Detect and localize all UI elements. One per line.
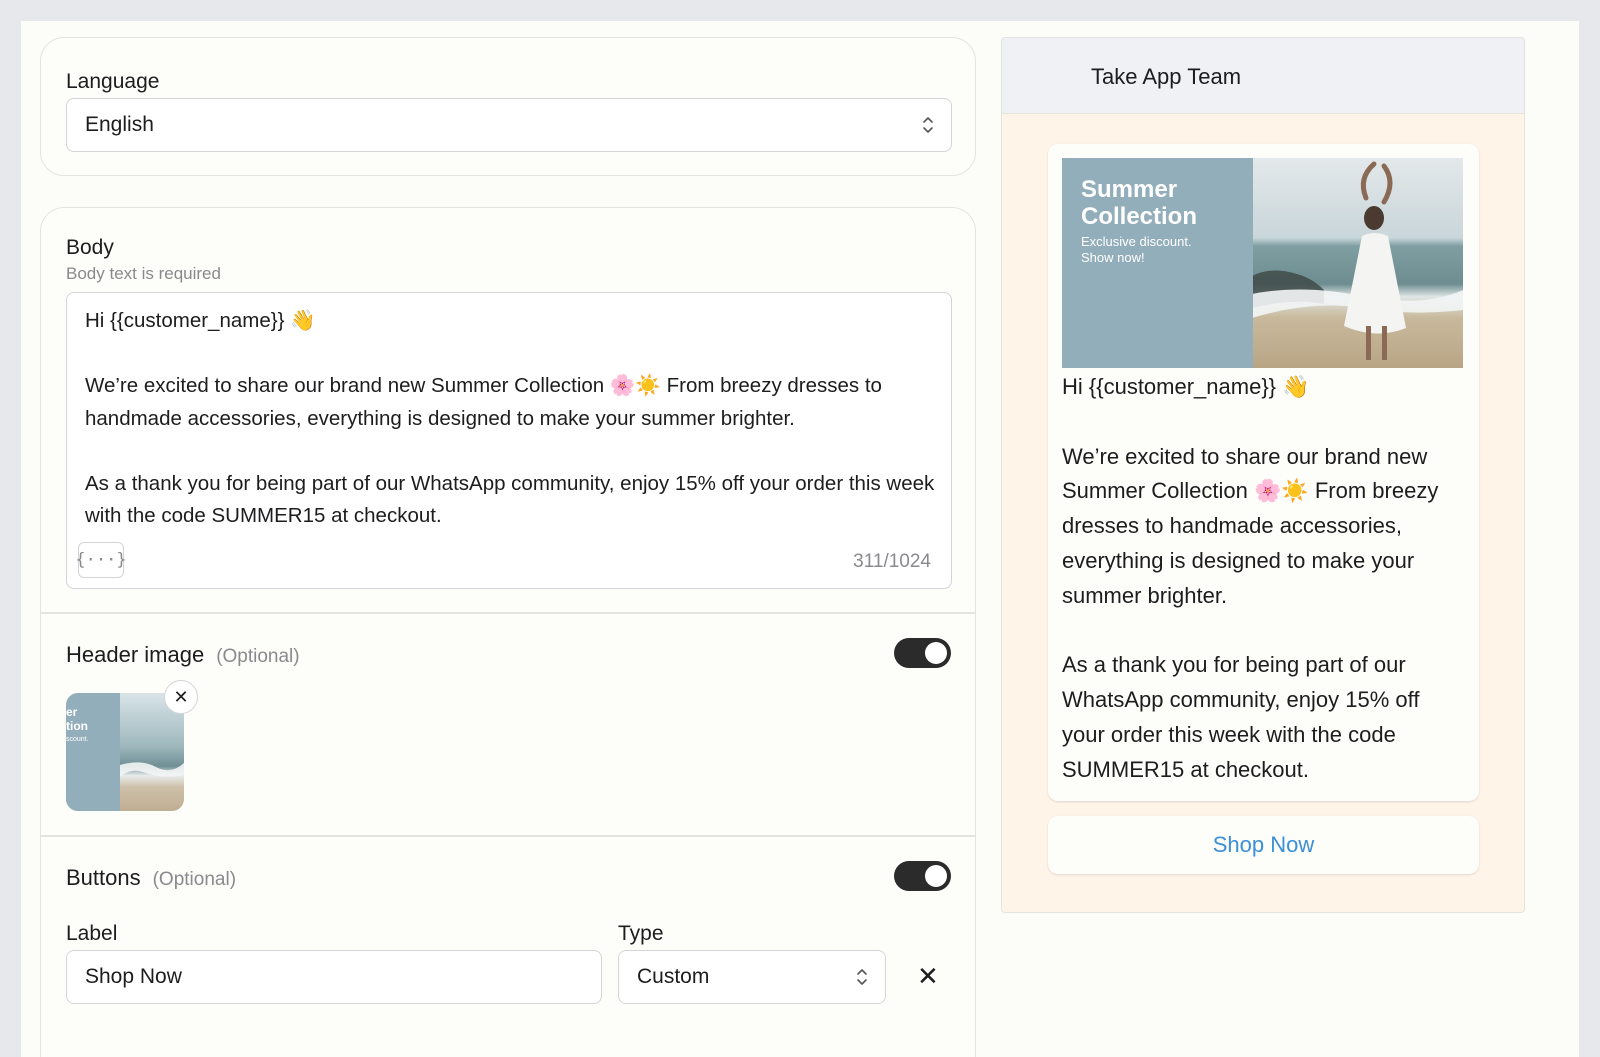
close-icon: ✕ (173, 686, 189, 707)
language-value: English (85, 113, 154, 136)
button-label-field-label: Label (66, 922, 118, 945)
thumbnail-text: er tion scount. (66, 705, 89, 747)
thumbnail-text-line: tion (66, 719, 88, 733)
header-image-label: Header image (66, 642, 205, 667)
thumbnail-text-line: er (66, 705, 78, 719)
preview-header: Take App Team (1002, 38, 1524, 114)
chevron-up-down-icon (857, 969, 867, 985)
toggle-knob (925, 865, 947, 887)
banner-title: Summer Collection (1081, 176, 1198, 230)
header-image-title: Header image (Optional) (66, 642, 300, 668)
buttons-title: Buttons (Optional) (66, 865, 236, 891)
button-label-input[interactable]: Shop Now (66, 950, 602, 1004)
preview-title: Take App Team (1091, 64, 1242, 89)
body-hint: Body text is required (66, 264, 221, 283)
button-label-value: Shop Now (85, 965, 182, 988)
remove-button-icon[interactable]: ✕ (917, 961, 939, 992)
message-text: Hi {{customer_name}} 👋 We’re excited to … (1062, 374, 1439, 782)
banner-image: Summer Collection Exclusive discount. Sh… (1062, 158, 1463, 368)
toggle-knob (925, 642, 947, 664)
divider (41, 612, 975, 614)
language-label: Language (66, 70, 160, 93)
button-type-select[interactable]: Custom (618, 950, 886, 1004)
thumbnail-text-line: scount. (66, 736, 89, 743)
shop-now-cta-button[interactable]: Shop Now (1048, 816, 1479, 874)
banner-overlay-text: Summer Collection Exclusive discount. Sh… (1081, 176, 1241, 266)
header-image-optional: (Optional) (216, 646, 300, 667)
insert-variable-button[interactable]: {···} (75, 542, 127, 578)
header-image-thumbnail[interactable]: er tion scount. (66, 693, 184, 811)
message-preview: Take App Team Summer Collection Exclusiv… (1001, 37, 1525, 913)
language-select[interactable]: English (66, 98, 952, 152)
template-editor-card: Body Body text is required Hi {{customer… (40, 207, 976, 1057)
character-counter: 311/1024 (853, 551, 931, 572)
button-type-value: Custom (637, 965, 710, 988)
divider (41, 835, 975, 837)
chevron-up-down-icon (923, 117, 933, 133)
message-bubble: Summer Collection Exclusive discount. Sh… (1048, 144, 1479, 801)
button-type-field-label: Type (618, 922, 664, 945)
body-label: Body (66, 236, 114, 259)
buttons-optional: (Optional) (152, 869, 237, 890)
banner-subtitle-line1: Exclusive discount. (1081, 234, 1192, 249)
body-text[interactable]: Hi {{customer_name}} 👋 We’re excited to … (85, 305, 945, 533)
remove-image-button[interactable]: ✕ (164, 680, 198, 714)
buttons-label: Buttons (66, 865, 141, 890)
canvas: Language English Body Body text is requi… (21, 21, 1579, 1057)
language-card: Language English (40, 37, 976, 176)
body-textarea[interactable]: Hi {{customer_name}} 👋 We’re excited to … (66, 292, 952, 589)
buttons-toggle[interactable] (894, 861, 951, 891)
header-image-toggle[interactable] (894, 638, 951, 668)
banner-subtitle-line2: Show now! (1081, 250, 1145, 265)
